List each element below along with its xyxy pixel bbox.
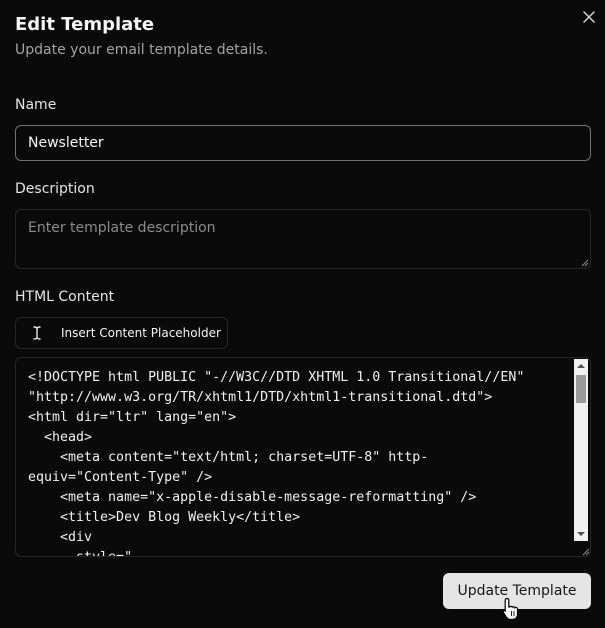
insert-placeholder-button[interactable]: Insert Content Placeholder: [15, 317, 228, 349]
name-input[interactable]: [15, 125, 591, 161]
scroll-up-icon: [577, 364, 585, 368]
resize-grip-icon[interactable]: [581, 259, 589, 267]
description-label: Description: [15, 181, 95, 197]
dialog-title: Edit Template: [15, 14, 155, 35]
html-content-label: HTML Content: [15, 289, 115, 305]
edit-template-dialog: Edit Template Update your email template…: [0, 0, 605, 628]
scroll-down-icon: [577, 532, 585, 536]
insert-placeholder-label: Insert Content Placeholder: [61, 326, 221, 340]
editor-scrollbar[interactable]: [574, 359, 588, 541]
name-label: Name: [15, 97, 57, 113]
text-cursor-icon: [30, 325, 44, 341]
hand-pointer-icon: [502, 597, 519, 621]
html-content-editor[interactable]: <!DOCTYPE html PUBLIC "-//W3C//DTD XHTML…: [15, 357, 591, 557]
editor-resize-grip-icon[interactable]: [582, 548, 590, 556]
close-icon: [583, 11, 595, 23]
scroll-down-button[interactable]: [574, 527, 588, 541]
scroll-thumb[interactable]: [576, 375, 586, 403]
dialog-subtitle: Update your email template details.: [15, 42, 268, 58]
html-content-text[interactable]: <!DOCTYPE html PUBLIC "-//W3C//DTD XHTML…: [28, 368, 573, 556]
scroll-up-button[interactable]: [574, 359, 588, 373]
close-button[interactable]: [580, 8, 598, 26]
description-textarea[interactable]: [15, 209, 591, 269]
